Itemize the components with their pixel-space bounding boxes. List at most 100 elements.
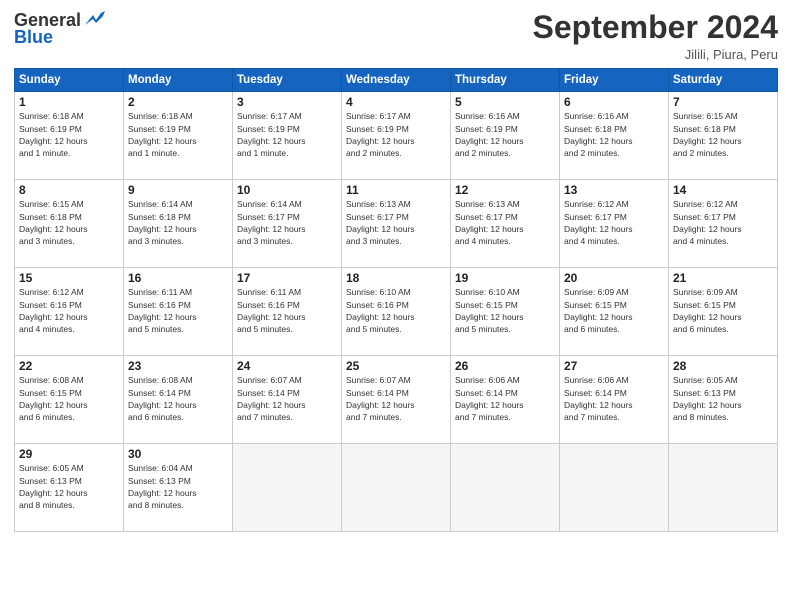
day-number: 23 [128,359,228,373]
table-row: 23Sunrise: 6:08 AM Sunset: 6:14 PM Dayli… [124,356,233,444]
day-number: 19 [455,271,555,285]
table-row: 8Sunrise: 6:15 AM Sunset: 6:18 PM Daylig… [15,180,124,268]
day-number: 29 [19,447,119,461]
col-monday: Monday [124,69,233,92]
table-row: 15Sunrise: 6:12 AM Sunset: 6:16 PM Dayli… [15,268,124,356]
table-row: 4Sunrise: 6:17 AM Sunset: 6:19 PM Daylig… [342,92,451,180]
table-row [669,444,778,532]
day-info: Sunrise: 6:07 AM Sunset: 6:14 PM Dayligh… [237,374,337,423]
table-row: 13Sunrise: 6:12 AM Sunset: 6:17 PM Dayli… [560,180,669,268]
day-info: Sunrise: 6:05 AM Sunset: 6:13 PM Dayligh… [19,462,119,511]
calendar-week-row: 29Sunrise: 6:05 AM Sunset: 6:13 PM Dayli… [15,444,778,532]
day-number: 14 [673,183,773,197]
table-row: 29Sunrise: 6:05 AM Sunset: 6:13 PM Dayli… [15,444,124,532]
table-row: 20Sunrise: 6:09 AM Sunset: 6:15 PM Dayli… [560,268,669,356]
table-row: 28Sunrise: 6:05 AM Sunset: 6:13 PM Dayli… [669,356,778,444]
day-number: 27 [564,359,664,373]
day-info: Sunrise: 6:13 AM Sunset: 6:17 PM Dayligh… [346,198,446,247]
day-info: Sunrise: 6:16 AM Sunset: 6:19 PM Dayligh… [455,110,555,159]
day-info: Sunrise: 6:07 AM Sunset: 6:14 PM Dayligh… [346,374,446,423]
day-number: 28 [673,359,773,373]
table-row: 14Sunrise: 6:12 AM Sunset: 6:17 PM Dayli… [669,180,778,268]
day-number: 30 [128,447,228,461]
title-block: September 2024 Jilili, Piura, Peru [533,10,778,62]
col-saturday: Saturday [669,69,778,92]
location-subtitle: Jilili, Piura, Peru [533,47,778,62]
table-row [233,444,342,532]
day-info: Sunrise: 6:09 AM Sunset: 6:15 PM Dayligh… [564,286,664,335]
table-row: 3Sunrise: 6:17 AM Sunset: 6:19 PM Daylig… [233,92,342,180]
day-info: Sunrise: 6:16 AM Sunset: 6:18 PM Dayligh… [564,110,664,159]
day-info: Sunrise: 6:04 AM Sunset: 6:13 PM Dayligh… [128,462,228,511]
day-number: 26 [455,359,555,373]
day-info: Sunrise: 6:12 AM Sunset: 6:17 PM Dayligh… [564,198,664,247]
day-number: 25 [346,359,446,373]
day-info: Sunrise: 6:12 AM Sunset: 6:16 PM Dayligh… [19,286,119,335]
calendar-week-row: 8Sunrise: 6:15 AM Sunset: 6:18 PM Daylig… [15,180,778,268]
day-info: Sunrise: 6:18 AM Sunset: 6:19 PM Dayligh… [19,110,119,159]
table-row [560,444,669,532]
table-row: 9Sunrise: 6:14 AM Sunset: 6:18 PM Daylig… [124,180,233,268]
day-info: Sunrise: 6:17 AM Sunset: 6:19 PM Dayligh… [237,110,337,159]
day-number: 9 [128,183,228,197]
day-info: Sunrise: 6:15 AM Sunset: 6:18 PM Dayligh… [19,198,119,247]
day-number: 12 [455,183,555,197]
day-info: Sunrise: 6:14 AM Sunset: 6:17 PM Dayligh… [237,198,337,247]
day-number: 5 [455,95,555,109]
day-number: 3 [237,95,337,109]
table-row: 16Sunrise: 6:11 AM Sunset: 6:16 PM Dayli… [124,268,233,356]
day-info: Sunrise: 6:08 AM Sunset: 6:15 PM Dayligh… [19,374,119,423]
day-info: Sunrise: 6:12 AM Sunset: 6:17 PM Dayligh… [673,198,773,247]
day-info: Sunrise: 6:05 AM Sunset: 6:13 PM Dayligh… [673,374,773,423]
day-number: 17 [237,271,337,285]
day-info: Sunrise: 6:18 AM Sunset: 6:19 PM Dayligh… [128,110,228,159]
day-number: 8 [19,183,119,197]
calendar-week-row: 22Sunrise: 6:08 AM Sunset: 6:15 PM Dayli… [15,356,778,444]
page: General Blue September 2024 Jilili, Piur… [0,0,792,612]
logo: General Blue [14,10,105,48]
col-tuesday: Tuesday [233,69,342,92]
table-row: 1Sunrise: 6:18 AM Sunset: 6:19 PM Daylig… [15,92,124,180]
col-wednesday: Wednesday [342,69,451,92]
day-number: 21 [673,271,773,285]
day-info: Sunrise: 6:06 AM Sunset: 6:14 PM Dayligh… [455,374,555,423]
day-number: 6 [564,95,664,109]
table-row: 7Sunrise: 6:15 AM Sunset: 6:18 PM Daylig… [669,92,778,180]
table-row: 25Sunrise: 6:07 AM Sunset: 6:14 PM Dayli… [342,356,451,444]
table-row: 27Sunrise: 6:06 AM Sunset: 6:14 PM Dayli… [560,356,669,444]
day-info: Sunrise: 6:17 AM Sunset: 6:19 PM Dayligh… [346,110,446,159]
table-row: 11Sunrise: 6:13 AM Sunset: 6:17 PM Dayli… [342,180,451,268]
day-info: Sunrise: 6:10 AM Sunset: 6:15 PM Dayligh… [455,286,555,335]
day-number: 1 [19,95,119,109]
table-row: 24Sunrise: 6:07 AM Sunset: 6:14 PM Dayli… [233,356,342,444]
col-sunday: Sunday [15,69,124,92]
day-number: 16 [128,271,228,285]
table-row: 17Sunrise: 6:11 AM Sunset: 6:16 PM Dayli… [233,268,342,356]
col-thursday: Thursday [451,69,560,92]
day-info: Sunrise: 6:06 AM Sunset: 6:14 PM Dayligh… [564,374,664,423]
calendar-table: Sunday Monday Tuesday Wednesday Thursday… [14,68,778,532]
day-info: Sunrise: 6:11 AM Sunset: 6:16 PM Dayligh… [237,286,337,335]
calendar-header-row: Sunday Monday Tuesday Wednesday Thursday… [15,69,778,92]
day-info: Sunrise: 6:14 AM Sunset: 6:18 PM Dayligh… [128,198,228,247]
day-number: 10 [237,183,337,197]
table-row: 21Sunrise: 6:09 AM Sunset: 6:15 PM Dayli… [669,268,778,356]
calendar-week-row: 1Sunrise: 6:18 AM Sunset: 6:19 PM Daylig… [15,92,778,180]
table-row: 30Sunrise: 6:04 AM Sunset: 6:13 PM Dayli… [124,444,233,532]
day-number: 2 [128,95,228,109]
day-number: 11 [346,183,446,197]
table-row: 18Sunrise: 6:10 AM Sunset: 6:16 PM Dayli… [342,268,451,356]
day-info: Sunrise: 6:10 AM Sunset: 6:16 PM Dayligh… [346,286,446,335]
day-info: Sunrise: 6:15 AM Sunset: 6:18 PM Dayligh… [673,110,773,159]
day-number: 13 [564,183,664,197]
table-row: 12Sunrise: 6:13 AM Sunset: 6:17 PM Dayli… [451,180,560,268]
logo-blue: Blue [14,27,53,47]
day-number: 4 [346,95,446,109]
table-row: 5Sunrise: 6:16 AM Sunset: 6:19 PM Daylig… [451,92,560,180]
table-row: 10Sunrise: 6:14 AM Sunset: 6:17 PM Dayli… [233,180,342,268]
day-number: 15 [19,271,119,285]
day-info: Sunrise: 6:13 AM Sunset: 6:17 PM Dayligh… [455,198,555,247]
day-number: 22 [19,359,119,373]
table-row: 19Sunrise: 6:10 AM Sunset: 6:15 PM Dayli… [451,268,560,356]
day-number: 24 [237,359,337,373]
